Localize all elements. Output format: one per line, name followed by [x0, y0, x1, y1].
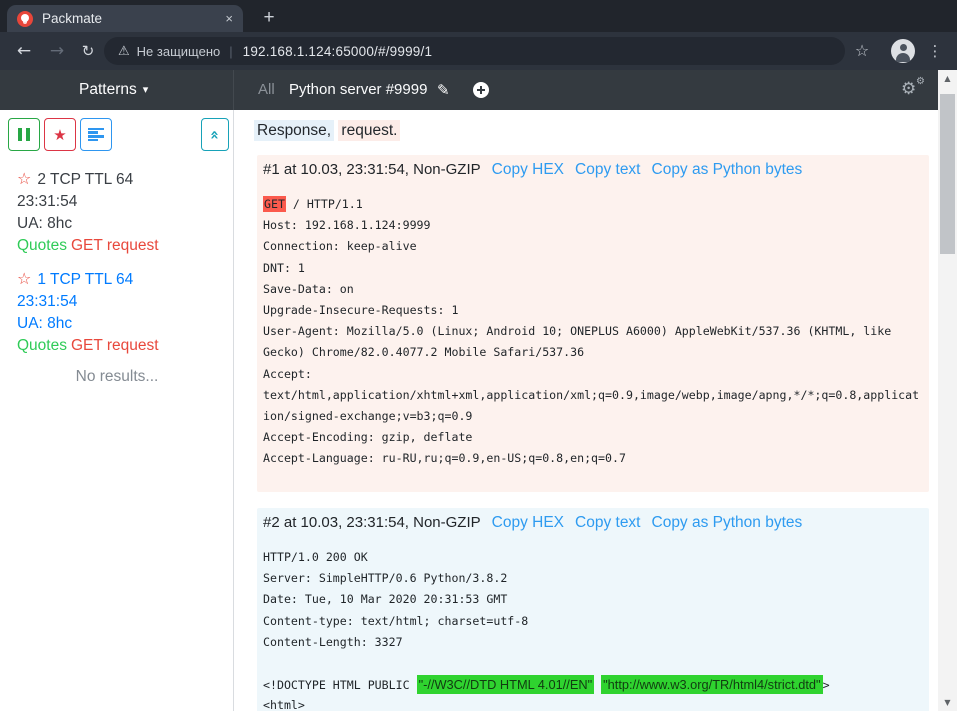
- filter-options-button[interactable]: [80, 118, 112, 151]
- payload-line: Gecko) Chrome/82.0.4077.2 Mobile Safari/…: [263, 342, 919, 363]
- favorites-filter-button[interactable]: ★: [44, 118, 76, 151]
- navbar-divider: [233, 70, 234, 110]
- payload-line: text/html,application/xhtml+xml,applicat…: [263, 385, 919, 406]
- tab-all[interactable]: All: [258, 70, 275, 110]
- scrollbar-up-arrow[interactable]: ▲: [938, 72, 957, 86]
- tag-get-request: GET request: [71, 237, 159, 254]
- payload-line: Content-type: text/html; charset=utf-8: [263, 611, 830, 632]
- app-navbar: Patterns▾ All Python server #9999 ✎ ⚙ ⚙: [0, 70, 938, 110]
- forward-icon[interactable]: →: [45, 39, 69, 63]
- payload-line: Content-Length: 3327: [263, 632, 830, 653]
- scrollbar-down-arrow[interactable]: ▼: [938, 696, 957, 710]
- response-filter-chip: Response,: [254, 120, 334, 141]
- payload-line: Server: SimpleHTTP/0.6 Python/3.8.2: [263, 568, 830, 589]
- not-secure-warning-icon: ⚠: [118, 44, 130, 59]
- result-title: 1 TCP TTL 64: [37, 271, 133, 288]
- payload-line: Accept-Language: ru-RU,ru;q=0.9,en-US;q=…: [263, 448, 919, 469]
- back-icon[interactable]: ←: [12, 39, 36, 63]
- align-left-icon: [88, 128, 104, 142]
- payload-line: Upgrade-Insecure-Requests: 1: [263, 300, 919, 321]
- tab-python-server[interactable]: Python server #9999: [289, 70, 427, 110]
- result-time: 23:31:54: [17, 291, 159, 313]
- scrollbar-thumb[interactable]: [940, 94, 955, 254]
- http-method-highlight: GET: [263, 196, 286, 212]
- tag-get-request: GET request: [71, 337, 159, 354]
- packmate-favicon-icon: [17, 11, 33, 27]
- star-outline-icon[interactable]: ☆: [17, 169, 31, 188]
- tag-quotes: Quotes: [17, 337, 67, 354]
- patterns-menu[interactable]: Patterns▾: [79, 70, 148, 110]
- result-ua: UA: 8hc: [17, 213, 159, 235]
- result-time: 23:31:54: [17, 191, 159, 213]
- tag-quotes: Quotes: [17, 237, 67, 254]
- browser-titlebar: Packmate × +: [0, 0, 957, 32]
- url-divider: |: [229, 44, 232, 59]
- url-text[interactable]: 192.168.1.124:65000/#/9999/1: [243, 44, 433, 59]
- reload-icon[interactable]: ↻: [76, 39, 100, 63]
- browser-menu-icon[interactable]: ⋮: [927, 40, 943, 62]
- close-tab-icon[interactable]: ×: [225, 11, 233, 26]
- result-title: 2 TCP TTL 64: [37, 171, 133, 188]
- payload-line: Accept:: [263, 364, 919, 385]
- quoted-string-highlight: "http://www.w3.org/TR/html4/strict.dtd": [601, 675, 822, 694]
- security-label[interactable]: Не защищено: [137, 44, 221, 59]
- request-filter-chip: request.: [338, 120, 400, 141]
- payload-line: Accept-Encoding: gzip, deflate: [263, 427, 919, 448]
- quoted-string-highlight: "-//W3C//DTD HTML 4.01//EN": [417, 675, 595, 694]
- pause-icon: [18, 128, 30, 141]
- edit-pattern-icon[interactable]: ✎: [437, 70, 450, 110]
- copy-hex-link[interactable]: Copy HEX: [492, 161, 564, 178]
- payload-line: User-Agent: Mozilla/5.0 (Linux; Android …: [263, 321, 919, 342]
- doctype-line: <!DOCTYPE HTML PUBLIC "-//W3C//DTD HTML …: [263, 674, 830, 695]
- url-bar[interactable]: ⚠ Не защищено | 192.168.1.124:65000/#/99…: [104, 37, 845, 65]
- payload-line: Save-Data: on: [263, 279, 919, 300]
- browser-toolbar: ← → ↻ ⚠ Не защищено | 192.168.1.124:6500…: [0, 32, 957, 70]
- payload-line: Date: Tue, 10 Mar 2020 20:31:53 GMT: [263, 589, 830, 610]
- payload-line: Host: 192.168.1.124:9999: [263, 215, 919, 236]
- double-chevron-up-icon: «: [206, 130, 224, 140]
- copy-text-link[interactable]: Copy text: [575, 161, 640, 178]
- response-payload: HTTP/1.0 200 OK Server: SimpleHTTP/0.6 P…: [263, 547, 830, 711]
- bookmark-star-icon[interactable]: ☆: [851, 40, 873, 62]
- payload-line: ion/signed-exchange;v=b3;q=0.9: [263, 406, 919, 427]
- browser-tab[interactable]: Packmate ×: [7, 5, 243, 32]
- copy-python-bytes-link[interactable]: Copy as Python bytes: [652, 514, 803, 531]
- star-outline-icon[interactable]: ☆: [17, 269, 31, 288]
- payload-line: HTTP/1.0 200 OK: [263, 547, 830, 568]
- copy-hex-link[interactable]: Copy HEX: [492, 514, 564, 531]
- packet-card-response: #2 at 10.03, 23:31:54, Non-GZIP Copy HEX C…: [257, 508, 929, 711]
- star-icon: ★: [53, 126, 66, 144]
- results-sidebar: ★ « ☆ 2 TCP TTL 64 23:31:54 UA: 8hc Quote…: [0, 110, 234, 711]
- capture-result-item[interactable]: ☆ 2 TCP TTL 64 23:31:54 UA: 8hc QuotesGET…: [17, 168, 159, 257]
- capture-result-item-selected[interactable]: ☆ 1 TCP TTL 64 23:31:54 UA: 8hc QuotesGET…: [17, 268, 159, 357]
- pause-capture-button[interactable]: [8, 118, 40, 151]
- packet-card-request: #1 at 10.03, 23:31:54, Non-GZIP Copy HEX C…: [257, 155, 929, 492]
- payload-line: [263, 653, 830, 674]
- payload-line: Connection: keep-alive: [263, 236, 919, 257]
- result-ua: UA: 8hc: [17, 313, 159, 335]
- chevron-down-icon: ▾: [143, 83, 149, 96]
- add-pattern-icon[interactable]: [473, 82, 489, 98]
- packet-view: Response, request. #1 at 10.03, 23:31:54…: [234, 110, 938, 711]
- settings-gears-icon[interactable]: ⚙ ⚙: [901, 77, 929, 103]
- filter-summary: Response, request.: [254, 122, 400, 140]
- packet-header: #1 at 10.03, 23:31:54, Non-GZIP: [263, 161, 481, 178]
- payload-line: DNT: 1: [263, 258, 919, 279]
- payload-line: <html>: [263, 695, 830, 711]
- profile-avatar[interactable]: [891, 39, 915, 63]
- new-tab-button[interactable]: +: [256, 5, 282, 31]
- copy-text-link[interactable]: Copy text: [575, 514, 640, 531]
- tab-title: Packmate: [42, 11, 225, 26]
- packet-header: #2 at 10.03, 23:31:54, Non-GZIP: [263, 514, 481, 531]
- request-payload: GET / HTTP/1.1 Host: 192.168.1.124:9999 …: [263, 194, 919, 469]
- no-results-label: No results...: [0, 368, 234, 386]
- copy-python-bytes-link[interactable]: Copy as Python bytes: [652, 161, 803, 178]
- scroll-to-top-button[interactable]: «: [201, 118, 229, 151]
